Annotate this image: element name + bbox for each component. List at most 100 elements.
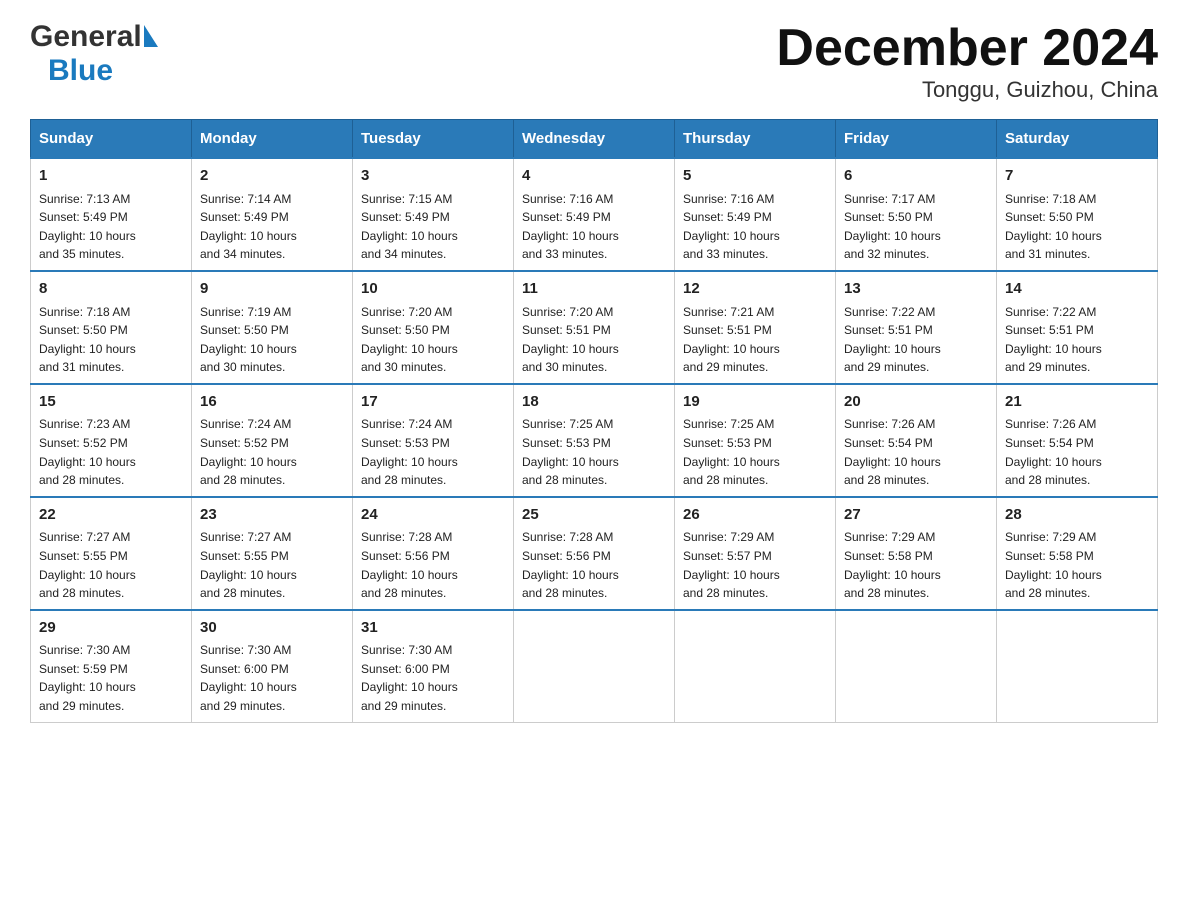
calendar-cell: 4Sunrise: 7:16 AMSunset: 5:49 PMDaylight…: [514, 158, 675, 271]
page-title: December 2024: [776, 20, 1158, 77]
week-row-2: 8Sunrise: 7:18 AMSunset: 5:50 PMDaylight…: [31, 271, 1158, 384]
calendar-cell: 18Sunrise: 7:25 AMSunset: 5:53 PMDayligh…: [514, 384, 675, 497]
calendar-cell: 15Sunrise: 7:23 AMSunset: 5:52 PMDayligh…: [31, 384, 192, 497]
day-number: 6: [844, 165, 988, 188]
day-info: Sunrise: 7:14 AMSunset: 5:49 PMDaylight:…: [200, 190, 344, 264]
day-info: Sunrise: 7:25 AMSunset: 5:53 PMDaylight:…: [683, 415, 827, 489]
calendar-cell: 29Sunrise: 7:30 AMSunset: 5:59 PMDayligh…: [31, 610, 192, 722]
calendar-table: SundayMondayTuesdayWednesdayThursdayFrid…: [30, 119, 1158, 722]
calendar-cell: 27Sunrise: 7:29 AMSunset: 5:58 PMDayligh…: [836, 497, 997, 610]
calendar-cell: 7Sunrise: 7:18 AMSunset: 5:50 PMDaylight…: [997, 158, 1158, 271]
day-info: Sunrise: 7:29 AMSunset: 5:57 PMDaylight:…: [683, 528, 827, 602]
day-number: 9: [200, 278, 344, 301]
calendar-cell: 22Sunrise: 7:27 AMSunset: 5:55 PMDayligh…: [31, 497, 192, 610]
day-number: 2: [200, 165, 344, 188]
day-number: 29: [39, 617, 183, 640]
day-number: 18: [522, 391, 666, 414]
day-info: Sunrise: 7:26 AMSunset: 5:54 PMDaylight:…: [1005, 415, 1149, 489]
calendar-cell: 16Sunrise: 7:24 AMSunset: 5:52 PMDayligh…: [192, 384, 353, 497]
day-info: Sunrise: 7:28 AMSunset: 5:56 PMDaylight:…: [522, 528, 666, 602]
day-info: Sunrise: 7:21 AMSunset: 5:51 PMDaylight:…: [683, 303, 827, 377]
day-number: 7: [1005, 165, 1149, 188]
header-sunday: Sunday: [31, 120, 192, 159]
day-number: 26: [683, 504, 827, 527]
day-info: Sunrise: 7:18 AMSunset: 5:50 PMDaylight:…: [1005, 190, 1149, 264]
calendar-cell: 21Sunrise: 7:26 AMSunset: 5:54 PMDayligh…: [997, 384, 1158, 497]
day-number: 13: [844, 278, 988, 301]
day-number: 11: [522, 278, 666, 301]
header-friday: Friday: [836, 120, 997, 159]
calendar-cell: 20Sunrise: 7:26 AMSunset: 5:54 PMDayligh…: [836, 384, 997, 497]
title-block: December 2024 Tonggu, Guizhou, China: [776, 20, 1158, 103]
day-info: Sunrise: 7:20 AMSunset: 5:50 PMDaylight:…: [361, 303, 505, 377]
calendar-cell: 30Sunrise: 7:30 AMSunset: 6:00 PMDayligh…: [192, 610, 353, 722]
day-info: Sunrise: 7:27 AMSunset: 5:55 PMDaylight:…: [39, 528, 183, 602]
calendar-cell: 3Sunrise: 7:15 AMSunset: 5:49 PMDaylight…: [353, 158, 514, 271]
day-number: 15: [39, 391, 183, 414]
calendar-cell: 24Sunrise: 7:28 AMSunset: 5:56 PMDayligh…: [353, 497, 514, 610]
calendar-cell: 10Sunrise: 7:20 AMSunset: 5:50 PMDayligh…: [353, 271, 514, 384]
day-info: Sunrise: 7:27 AMSunset: 5:55 PMDaylight:…: [200, 528, 344, 602]
day-info: Sunrise: 7:18 AMSunset: 5:50 PMDaylight:…: [39, 303, 183, 377]
day-number: 1: [39, 165, 183, 188]
day-number: 31: [361, 617, 505, 640]
calendar-cell: 13Sunrise: 7:22 AMSunset: 5:51 PMDayligh…: [836, 271, 997, 384]
calendar-cell: 25Sunrise: 7:28 AMSunset: 5:56 PMDayligh…: [514, 497, 675, 610]
day-number: 14: [1005, 278, 1149, 301]
day-info: Sunrise: 7:17 AMSunset: 5:50 PMDaylight:…: [844, 190, 988, 264]
day-number: 24: [361, 504, 505, 527]
calendar-cell: 17Sunrise: 7:24 AMSunset: 5:53 PMDayligh…: [353, 384, 514, 497]
day-info: Sunrise: 7:22 AMSunset: 5:51 PMDaylight:…: [844, 303, 988, 377]
day-number: 12: [683, 278, 827, 301]
week-row-4: 22Sunrise: 7:27 AMSunset: 5:55 PMDayligh…: [31, 497, 1158, 610]
logo-general-text: General: [30, 20, 142, 54]
header-saturday: Saturday: [997, 120, 1158, 159]
day-info: Sunrise: 7:30 AMSunset: 6:00 PMDaylight:…: [200, 641, 344, 715]
logo-triangle-icon: [144, 25, 158, 47]
day-number: 27: [844, 504, 988, 527]
calendar-cell: [514, 610, 675, 722]
week-row-5: 29Sunrise: 7:30 AMSunset: 5:59 PMDayligh…: [31, 610, 1158, 722]
calendar-cell: 8Sunrise: 7:18 AMSunset: 5:50 PMDaylight…: [31, 271, 192, 384]
day-number: 5: [683, 165, 827, 188]
calendar-cell: 6Sunrise: 7:17 AMSunset: 5:50 PMDaylight…: [836, 158, 997, 271]
calendar-header-row: SundayMondayTuesdayWednesdayThursdayFrid…: [31, 120, 1158, 159]
day-number: 17: [361, 391, 505, 414]
day-info: Sunrise: 7:20 AMSunset: 5:51 PMDaylight:…: [522, 303, 666, 377]
day-info: Sunrise: 7:30 AMSunset: 6:00 PMDaylight:…: [361, 641, 505, 715]
calendar-cell: 23Sunrise: 7:27 AMSunset: 5:55 PMDayligh…: [192, 497, 353, 610]
day-number: 10: [361, 278, 505, 301]
day-info: Sunrise: 7:24 AMSunset: 5:52 PMDaylight:…: [200, 415, 344, 489]
day-info: Sunrise: 7:30 AMSunset: 5:59 PMDaylight:…: [39, 641, 183, 715]
day-info: Sunrise: 7:29 AMSunset: 5:58 PMDaylight:…: [844, 528, 988, 602]
day-number: 25: [522, 504, 666, 527]
day-info: Sunrise: 7:16 AMSunset: 5:49 PMDaylight:…: [683, 190, 827, 264]
day-info: Sunrise: 7:24 AMSunset: 5:53 PMDaylight:…: [361, 415, 505, 489]
week-row-1: 1Sunrise: 7:13 AMSunset: 5:49 PMDaylight…: [31, 158, 1158, 271]
calendar-cell: 31Sunrise: 7:30 AMSunset: 6:00 PMDayligh…: [353, 610, 514, 722]
day-number: 19: [683, 391, 827, 414]
day-number: 23: [200, 504, 344, 527]
header-tuesday: Tuesday: [353, 120, 514, 159]
page-subtitle: Tonggu, Guizhou, China: [776, 77, 1158, 103]
day-number: 30: [200, 617, 344, 640]
day-number: 20: [844, 391, 988, 414]
day-info: Sunrise: 7:29 AMSunset: 5:58 PMDaylight:…: [1005, 528, 1149, 602]
calendar-cell: 9Sunrise: 7:19 AMSunset: 5:50 PMDaylight…: [192, 271, 353, 384]
calendar-cell: [675, 610, 836, 722]
day-number: 22: [39, 504, 183, 527]
day-number: 3: [361, 165, 505, 188]
calendar-cell: 2Sunrise: 7:14 AMSunset: 5:49 PMDaylight…: [192, 158, 353, 271]
page-header: General Blue December 2024 Tonggu, Guizh…: [30, 20, 1158, 103]
day-info: Sunrise: 7:25 AMSunset: 5:53 PMDaylight:…: [522, 415, 666, 489]
calendar-cell: 26Sunrise: 7:29 AMSunset: 5:57 PMDayligh…: [675, 497, 836, 610]
calendar-cell: 14Sunrise: 7:22 AMSunset: 5:51 PMDayligh…: [997, 271, 1158, 384]
day-info: Sunrise: 7:15 AMSunset: 5:49 PMDaylight:…: [361, 190, 505, 264]
day-number: 16: [200, 391, 344, 414]
day-info: Sunrise: 7:16 AMSunset: 5:49 PMDaylight:…: [522, 190, 666, 264]
day-info: Sunrise: 7:23 AMSunset: 5:52 PMDaylight:…: [39, 415, 183, 489]
header-wednesday: Wednesday: [514, 120, 675, 159]
calendar-cell: [836, 610, 997, 722]
calendar-cell: 28Sunrise: 7:29 AMSunset: 5:58 PMDayligh…: [997, 497, 1158, 610]
logo-blue-text: Blue: [48, 54, 113, 88]
